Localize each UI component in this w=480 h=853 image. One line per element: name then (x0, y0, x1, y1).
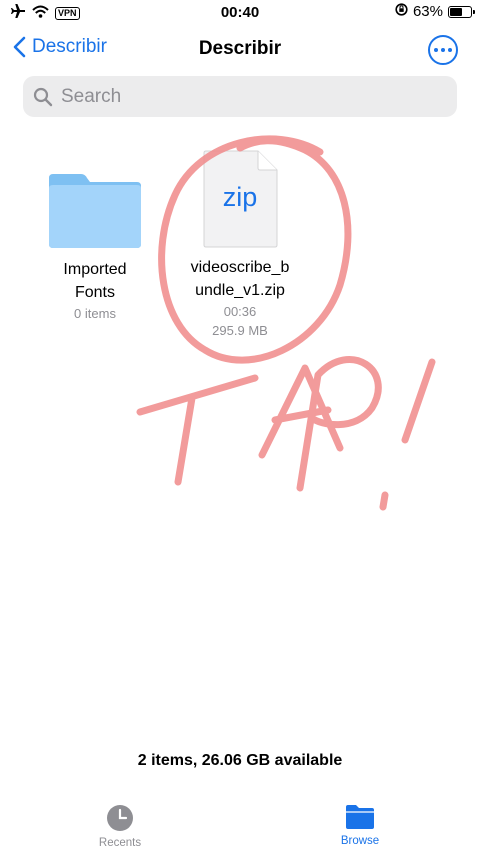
file-item-zip[interactable]: zip videoscribe_b undle_v1.zip 00:36 295.… (170, 150, 310, 340)
battery-fill (450, 7, 462, 16)
zip-file-icon: zip (202, 150, 278, 248)
file-name: videoscribe_b undle_v1.zip (170, 256, 310, 302)
ellipsis-dot (441, 48, 445, 52)
navigation-bar: Describir Describir (0, 30, 480, 70)
file-item-folder[interactable]: Imported Fonts 0 items (40, 170, 150, 323)
tab-label-browse: Browse (340, 835, 380, 847)
file-name-line-2: Fonts (74, 284, 115, 301)
ellipsis-icon (434, 48, 438, 52)
tab-recents[interactable]: Recents (0, 792, 240, 853)
more-options-button[interactable] (428, 35, 458, 65)
folder-icon (346, 805, 374, 829)
storage-summary: 2 items, 26.06 GB available (137, 752, 343, 769)
annotation-letter-a (258, 364, 344, 459)
annotation-exclamation (379, 358, 436, 511)
tab-label-recents: Recents (98, 837, 142, 849)
annotation-letter-t (136, 374, 259, 486)
orientation-lock-icon (395, 3, 408, 20)
file-name-line-2: undle_v1.zip (195, 282, 285, 299)
search-icon (33, 87, 53, 106)
zip-icon-label: zip (222, 182, 258, 212)
search-input[interactable] (59, 84, 423, 109)
file-name-line-1: Imported (63, 261, 127, 278)
status-bar-right: 63% (395, 3, 475, 20)
clock-icon (107, 805, 133, 831)
tab-browse[interactable]: Browse (240, 792, 480, 853)
file-name-line-1: videoscribe_b (190, 259, 290, 276)
tap-annotation (136, 135, 436, 511)
tab-bar: Recents Browse (0, 792, 480, 853)
battery-icon (448, 5, 475, 18)
search-bar[interactable] (23, 76, 457, 117)
file-size: 295.9 MB (212, 323, 268, 338)
file-name: Imported Fonts (40, 258, 150, 304)
file-detail: 0 items (74, 306, 116, 321)
battery-percent: 63% (412, 3, 443, 20)
folder-icon (49, 174, 141, 248)
page-title: Describir (198, 38, 282, 59)
status-bar: VPN 00:40 63% (0, 0, 480, 26)
ellipsis-dot (448, 48, 452, 52)
annotation-letter-p (296, 356, 382, 492)
file-time: 00:36 (223, 304, 257, 319)
